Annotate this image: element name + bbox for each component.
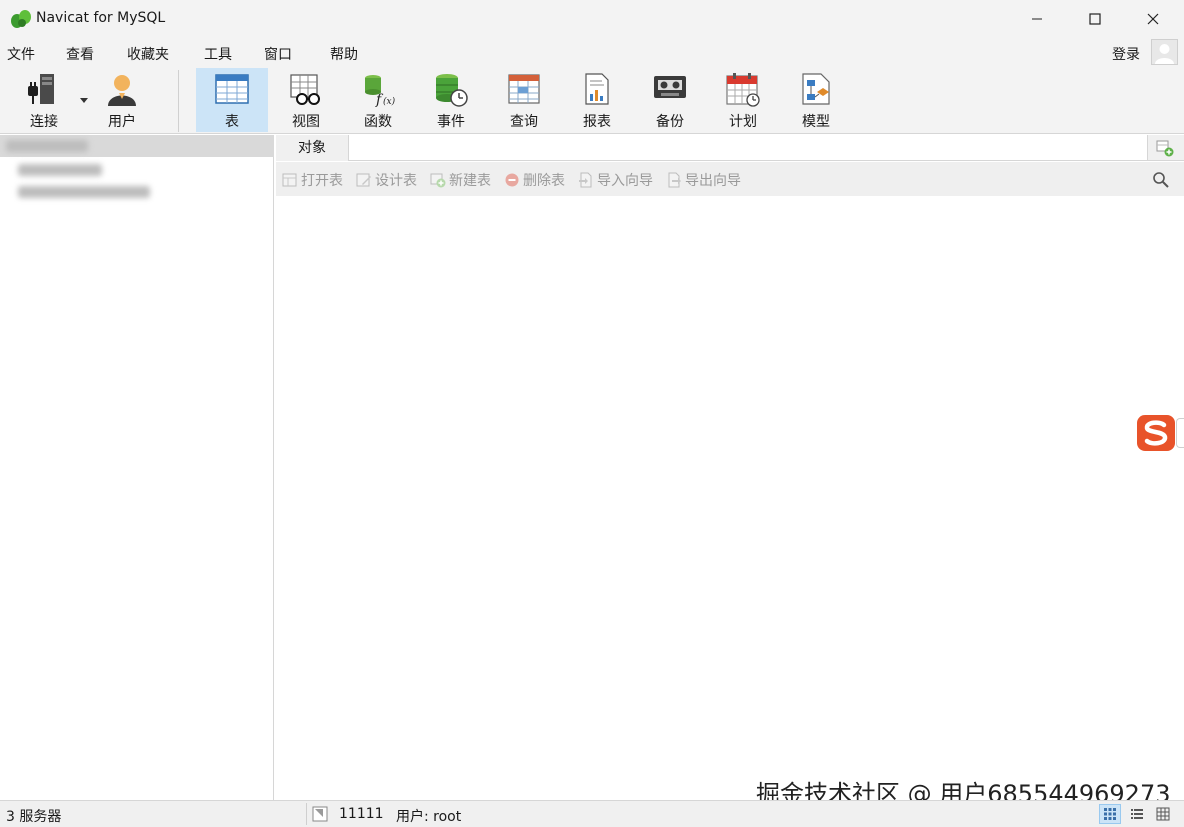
model-button[interactable]: 模型 [780, 68, 852, 132]
list-view-icon [1131, 809, 1143, 819]
view-detail-button[interactable] [1152, 804, 1174, 824]
title-bar: Navicat for MySQL [0, 0, 1184, 40]
import-wizard-label: 导入向导 [597, 173, 653, 189]
ime-side-tab[interactable] [1176, 418, 1184, 448]
import-wizard-button[interactable]: 导入向导 [578, 170, 653, 190]
model-label: 模型 [802, 114, 830, 130]
menu-window[interactable]: 窗口 [264, 44, 292, 64]
event-icon [436, 74, 468, 107]
sogou-ime-icon[interactable] [1136, 414, 1176, 452]
new-tab-icon[interactable] [1156, 139, 1174, 157]
tab-objects[interactable]: 对象 [276, 135, 348, 161]
schedule-button[interactable]: 计划 [706, 68, 780, 132]
connection-status-icon [312, 806, 328, 822]
connect-button[interactable]: 连接 [12, 68, 88, 132]
report-button[interactable]: 报表 [560, 68, 634, 132]
report-icon [585, 73, 609, 105]
function-button[interactable]: f (x) 函数 [342, 68, 414, 132]
navicat-logo-icon [11, 10, 31, 28]
backup-label: 备份 [656, 114, 684, 130]
menu-tools[interactable]: 工具 [204, 44, 232, 64]
import-icon [579, 172, 592, 188]
tab-strip-area [348, 135, 1148, 160]
backup-button[interactable]: 备份 [634, 68, 706, 132]
event-label: 事件 [437, 114, 465, 130]
detail-view-icon [1156, 807, 1170, 821]
new-table-icon [430, 173, 446, 188]
export-wizard-label: 导出向导 [685, 173, 741, 189]
view-button[interactable]: 视图 [270, 68, 342, 132]
connection-tree[interactable] [0, 135, 274, 800]
minimize-button[interactable] [1008, 0, 1066, 38]
design-table-button[interactable]: 设计表 [356, 170, 417, 190]
menu-favorites[interactable]: 收藏夹 [127, 44, 169, 64]
tree-item-connection-3[interactable] [0, 181, 274, 203]
plug-icon [28, 74, 54, 104]
table-icon [215, 74, 249, 104]
menu-help[interactable]: 帮助 [330, 44, 358, 64]
connection-name: 11111 [339, 806, 384, 822]
user-button[interactable]: 用户 [90, 68, 154, 132]
large-icons-view-icon [1104, 808, 1116, 820]
current-user: 用户: root [396, 809, 462, 825]
window-title: Navicat for MySQL [36, 10, 166, 26]
delete-table-icon [505, 173, 519, 187]
open-table-label: 打开表 [301, 173, 343, 189]
export-icon [668, 172, 681, 188]
user-label: 用户 [108, 114, 136, 130]
backup-icon [654, 76, 686, 98]
table-label: 表 [225, 114, 239, 130]
table-button[interactable]: 表 [196, 68, 268, 132]
object-toolbar: 打开表 设计表 新建表 删除表 导入向导 导出向导 [276, 162, 1184, 196]
export-wizard-button[interactable]: 导出向导 [666, 170, 741, 190]
connect-label: 连接 [30, 114, 58, 130]
close-icon [1147, 13, 1159, 25]
open-table-icon [282, 173, 297, 187]
report-label: 报表 [583, 114, 611, 130]
status-bar: 3 服务器 11111 用户: root [0, 800, 1184, 827]
server-count: 3 服务器 [6, 809, 62, 825]
view-label: 视图 [292, 114, 320, 130]
query-icon [508, 74, 540, 104]
avatar[interactable] [1151, 39, 1178, 65]
new-table-button[interactable]: 新建表 [430, 170, 491, 190]
close-button[interactable] [1124, 0, 1182, 38]
schedule-icon [726, 73, 760, 107]
maximize-button[interactable] [1066, 0, 1124, 38]
menu-bar: 文件 查看 收藏夹 工具 窗口 帮助 [0, 40, 1184, 68]
design-table-label: 设计表 [375, 173, 417, 189]
tree-item-connection-1[interactable] [0, 135, 274, 157]
menu-view[interactable]: 查看 [66, 44, 94, 64]
function-icon: f (x) [365, 75, 396, 108]
event-button[interactable]: 事件 [414, 68, 488, 132]
query-label: 查询 [510, 114, 538, 130]
function-label: 函数 [364, 114, 392, 130]
new-table-label: 新建表 [449, 173, 491, 189]
user-icon [108, 75, 136, 106]
view-list-button[interactable] [1126, 804, 1148, 824]
minimize-icon [1032, 18, 1042, 20]
tree-item-connection-2[interactable] [0, 159, 274, 181]
delete-table-button[interactable]: 删除表 [504, 170, 565, 190]
maximize-icon [1089, 13, 1101, 25]
model-icon [802, 73, 830, 105]
user-avatar-icon [1155, 44, 1174, 64]
main-toolbar: 连接 用户 表 视图 f (x) 函数 事件 查询 报表 备份 计划 模型 [0, 68, 1184, 134]
delete-table-label: 删除表 [523, 173, 565, 189]
search-icon[interactable] [1152, 171, 1170, 189]
svg-text:(x): (x) [383, 96, 396, 107]
tab-bar: 对象 [276, 135, 1184, 161]
open-table-button[interactable]: 打开表 [282, 170, 343, 190]
schedule-label: 计划 [729, 114, 757, 130]
menu-file[interactable]: 文件 [7, 44, 35, 64]
chevron-down-icon [80, 98, 88, 103]
design-table-icon [356, 173, 371, 187]
object-list-area[interactable] [276, 196, 1184, 800]
view-icon [290, 74, 320, 105]
status-divider [306, 803, 307, 825]
query-button[interactable]: 查询 [488, 68, 560, 132]
toolbar-divider [178, 70, 179, 132]
view-grid-button[interactable] [1099, 804, 1121, 824]
login-link[interactable]: 登录 [1112, 44, 1140, 64]
